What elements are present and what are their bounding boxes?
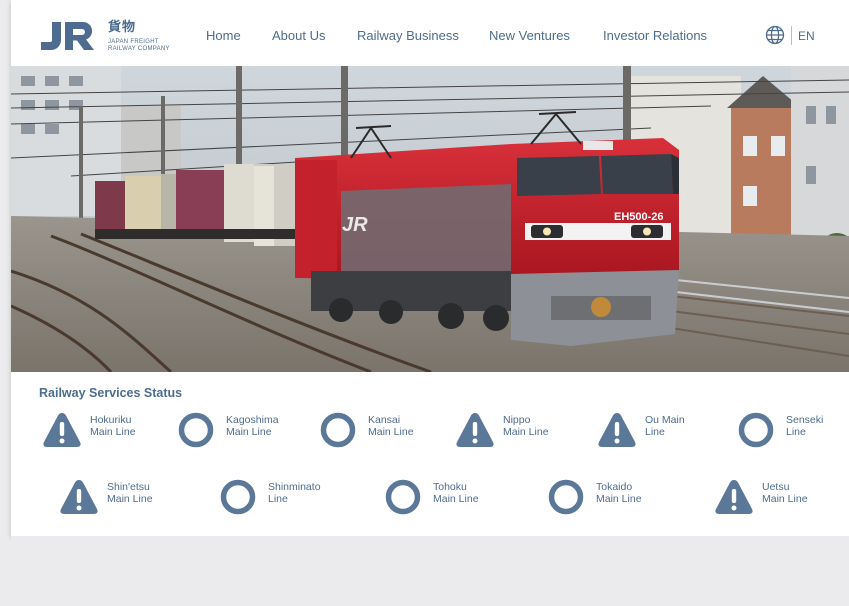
service-name-line2: Main Line xyxy=(226,426,272,438)
service-name-line1: Ou Main xyxy=(645,414,685,426)
warning-icon xyxy=(598,413,636,447)
site-header: 貨物 JAPAN FREIGHT RAILWAY COMPANY Home Ab… xyxy=(11,0,849,66)
service-name-line1: Shinminato xyxy=(268,481,321,493)
service-name-line2: Line xyxy=(268,493,288,505)
service-name-line2: Main Line xyxy=(503,426,549,438)
service-name: Senseki Line xyxy=(786,414,823,438)
service-name-line2: Main Line xyxy=(596,493,642,505)
service-name: Kansai Main Line xyxy=(368,414,414,438)
language-selector[interactable]: EN xyxy=(798,29,815,43)
hero-image: EH500-26 JR xyxy=(11,66,849,372)
normal-ring-icon xyxy=(220,479,256,515)
nav-investor-relations[interactable]: Investor Relations xyxy=(603,28,707,43)
locomotive-logo: JR xyxy=(342,214,368,236)
service-status-item[interactable]: Nippo Main Line xyxy=(455,411,605,451)
service-status-item[interactable]: Tohoku Main Line xyxy=(385,478,535,518)
service-name-line1: Hokuriku xyxy=(90,414,132,426)
warning-icon xyxy=(715,480,753,514)
service-name-line1: Kansai xyxy=(368,414,401,426)
service-status-item[interactable]: Shin'etsu Main Line xyxy=(59,478,209,518)
freight-train-photo: EH500-26 JR xyxy=(11,66,849,372)
logo-kanji: 貨物 xyxy=(108,20,137,35)
nav-new-ventures[interactable]: New Ventures xyxy=(489,28,570,43)
service-status-item[interactable]: Tokaido Main Line xyxy=(548,478,698,518)
service-status-item[interactable]: Hokuriku Main Line xyxy=(42,411,192,451)
normal-ring-icon xyxy=(320,412,356,448)
service-status-item[interactable]: Ou Main Line xyxy=(597,411,747,451)
locomotive-number: EH500-26 xyxy=(614,211,664,223)
service-name-line1: Uetsu xyxy=(762,481,790,493)
service-status-item[interactable]: Uetsu Main Line xyxy=(714,478,849,518)
language-divider xyxy=(791,26,792,45)
service-name-line1: Senseki xyxy=(786,414,824,426)
normal-ring-icon xyxy=(178,412,214,448)
warning-icon xyxy=(456,413,494,447)
service-status-item[interactable]: Kagoshima Main Line xyxy=(178,411,328,451)
service-name: Shin'etsu Main Line xyxy=(107,481,153,505)
service-name: Nippo Main Line xyxy=(503,414,549,438)
normal-ring-icon xyxy=(548,479,584,515)
service-name-line1: Tohoku xyxy=(433,481,467,493)
service-name: Tohoku Main Line xyxy=(433,481,479,505)
jr-logo[interactable] xyxy=(38,18,98,54)
service-name-line2: Main Line xyxy=(762,493,808,505)
service-status-item[interactable]: Shinminato Line xyxy=(220,478,370,518)
service-name: Kagoshima Main Line xyxy=(226,414,279,438)
service-name: Shinminato Line xyxy=(268,481,321,505)
service-name-line2: Line xyxy=(786,426,806,438)
service-name-line2: Main Line xyxy=(107,493,153,505)
page-card: 貨物 JAPAN FREIGHT RAILWAY COMPANY Home Ab… xyxy=(11,0,849,536)
warning-icon xyxy=(43,413,81,447)
nav-railway-business[interactable]: Railway Business xyxy=(357,28,459,43)
nav-home[interactable]: Home xyxy=(206,28,241,43)
service-name: Tokaido Main Line xyxy=(596,481,642,505)
service-name-line1: Nippo xyxy=(503,414,531,426)
service-name-line1: Kagoshima xyxy=(226,414,279,426)
nav-about-us[interactable]: About Us xyxy=(272,28,325,43)
normal-ring-icon xyxy=(385,479,421,515)
warning-icon xyxy=(60,480,98,514)
service-name-line2: Line xyxy=(645,426,665,438)
service-name-line2: Main Line xyxy=(368,426,414,438)
normal-ring-icon xyxy=(738,412,774,448)
service-status-item[interactable]: Senseki Line xyxy=(738,411,849,451)
globe-icon[interactable] xyxy=(765,25,785,45)
service-name: Uetsu Main Line xyxy=(762,481,808,505)
status-section-title: Railway Services Status xyxy=(39,386,183,400)
footer-area xyxy=(11,536,849,606)
logo-company-line1: JAPAN FREIGHT xyxy=(108,39,159,45)
logo-company-line2: RAILWAY COMPANY xyxy=(108,46,170,52)
service-name: Ou Main Line xyxy=(645,414,685,438)
service-name-line1: Shin'etsu xyxy=(107,481,150,493)
service-name-line2: Main Line xyxy=(90,426,136,438)
service-name-line2: Main Line xyxy=(433,493,479,505)
service-name: Hokuriku Main Line xyxy=(90,414,136,438)
service-name-line1: Tokaido xyxy=(596,481,633,493)
service-status-item[interactable]: Kansai Main Line xyxy=(320,411,470,451)
